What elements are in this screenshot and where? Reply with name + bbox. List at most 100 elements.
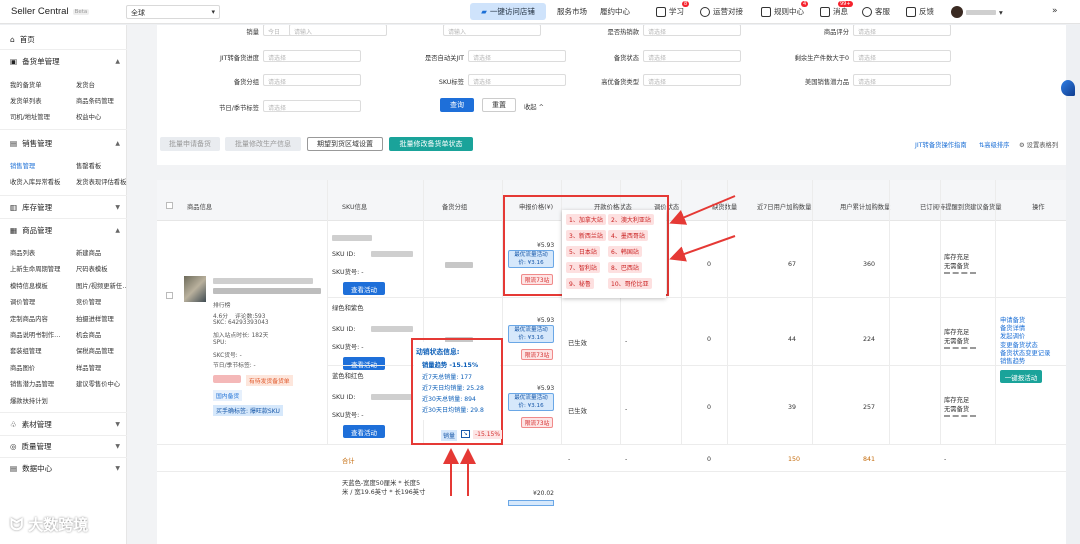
sidebar-item[interactable]: 保税商品管理 [76, 346, 114, 355]
nav-label: 消息 [833, 7, 848, 16]
column-header[interactable]: 已订阅待提醒到货 [920, 202, 970, 211]
user-menu[interactable]: ▾ [951, 6, 1003, 18]
filter-input[interactable]: 请选择 [468, 50, 566, 62]
traffic-limit-badge[interactable]: 限流73站 [521, 417, 553, 428]
filter-input[interactable]: 请选择 [643, 74, 741, 86]
sidebar-item[interactable]: 销售潜力品管理 [10, 379, 54, 388]
batch-stock-status-button[interactable]: 批量修改备货单状态 [389, 137, 473, 151]
select-all-checkbox[interactable] [166, 202, 173, 209]
sidebar-group-data[interactable]: ▤ 数据中心 ▼ [10, 463, 120, 474]
batch-modify-button[interactable]: 批量修改生产信息 [225, 137, 301, 151]
column-header[interactable]: 近7日用户加购数量 [757, 202, 811, 211]
filter-input[interactable]: 请选择 [263, 100, 361, 112]
sidebar-item[interactable]: 发货台 [76, 80, 95, 89]
column-header[interactable]: 用户累计加购数量 [840, 202, 890, 211]
sidebar-item[interactable]: 图片/视频更新任… [76, 281, 129, 290]
expect-ship-button[interactable]: 期望到货区域设置 [307, 137, 383, 151]
pending-ship-tag[interactable]: 有待发货备货单 [246, 375, 293, 386]
sidebar-item[interactable]: 竞价管理 [76, 297, 101, 306]
sidebar-item[interactable]: 新建商品 [76, 248, 101, 257]
sidebar-item[interactable]: 发货表现评估看板 [76, 177, 126, 186]
filter-input[interactable]: 请选择 [853, 50, 951, 62]
filter-input[interactable]: 请选择 [853, 74, 951, 86]
column-header[interactable]: 备货分组 [442, 202, 467, 211]
sidebar-item[interactable]: 上新生命周期管理 [10, 264, 60, 273]
product-thumbnail[interactable] [184, 276, 206, 302]
column-header[interactable]: 操作 [1032, 202, 1045, 211]
one-click-store-button[interactable]: ▰ 一键访问店铺 [470, 3, 546, 20]
sidebar-item[interactable]: 商品列表 [10, 248, 35, 257]
sidebar-item[interactable]: 爆款扶持计划 [10, 396, 48, 405]
sidebar-item[interactable]: 我的备货单 [10, 80, 41, 89]
filter-label: 商品评分 [823, 29, 849, 36]
sidebar-item[interactable]: 机会商品 [76, 330, 101, 339]
sidebar-item[interactable]: 商品说明书制作… [10, 330, 60, 339]
column-settings-link[interactable]: ⚙ 设置表格列 [1019, 140, 1058, 149]
sidebar-item[interactable]: 样品管理 [76, 363, 101, 372]
filter-input[interactable]: 请选择 [853, 25, 951, 36]
nav-ops[interactable]: 运营对接 [700, 6, 743, 17]
op-link[interactable]: 销售趋势 [1000, 356, 1025, 365]
nav-support[interactable]: 客服 [862, 6, 890, 17]
sidebar-item[interactable]: 拍摄进样管理 [76, 314, 114, 323]
advanced-sort-link[interactable]: ⇅高级排序 [979, 140, 1009, 149]
assistant-icon[interactable] [1061, 80, 1075, 96]
sidebar-item-sales-active[interactable]: 销售管理 [10, 161, 35, 170]
column-header[interactable]: 缺货数量 [712, 202, 737, 211]
sidebar-group-stock-orders[interactable]: ▣ 备货单管理 ▲ [10, 56, 120, 67]
sidebar-group-quality[interactable]: ◎ 质量管理 ▼ [10, 441, 120, 452]
row-checkbox[interactable] [166, 292, 173, 299]
sidebar-item[interactable]: 模特信息模板 [10, 281, 48, 290]
batch-apply-button[interactable]: 批量申请备货 [160, 137, 220, 151]
nav-rules[interactable]: 规则中心 4 [761, 1, 809, 17]
sidebar-item[interactable]: 商品图价 [10, 363, 35, 372]
sidebar-group-materials[interactable]: ♧ 素材管理 ▼ [10, 419, 120, 430]
column-header[interactable]: 商品信息 [187, 202, 212, 211]
sidebar-home[interactable]: ⌂ 首页 [10, 34, 120, 45]
sidebar-item[interactable]: 商品条码管理 [76, 96, 114, 105]
sidebar-item[interactable]: 建议零售价中心 [76, 379, 120, 388]
region-select[interactable]: 全球 ▾ [126, 5, 220, 19]
column-header[interactable]: SKU信息 [342, 202, 367, 211]
sidebar-item[interactable]: 定制商品内容 [10, 314, 48, 323]
filter-input[interactable]: 请选择 [643, 25, 741, 36]
view-activity-button[interactable]: 查看活动 [343, 425, 385, 438]
more-icon[interactable]: » [1052, 6, 1058, 16]
traffic-limit-badge[interactable]: 限流73站 [521, 349, 553, 360]
filter-input[interactable]: 请选择 [263, 50, 361, 62]
sidebar-item[interactable]: 售罄看板 [76, 161, 101, 170]
sidebar-item[interactable]: 发货单列表 [10, 96, 41, 105]
jit-guide-link[interactable]: JIT转备货操作指南 [915, 140, 967, 149]
sidebar-group-sales[interactable]: ▤ 销售管理 ▲ [10, 138, 120, 149]
view-activity-button[interactable]: 查看活动 [343, 282, 385, 295]
buyer-tag: 买手确标签: 爆旺款SKU [213, 405, 283, 416]
sidebar-item[interactable]: 收货入库异常看板 [10, 177, 60, 186]
one-click-activity-button[interactable]: 一键报活动 [1000, 370, 1042, 383]
filter-input[interactable]: 请选择 [263, 74, 361, 86]
filter-input[interactable]: 请输入 [443, 25, 541, 36]
sidebar-group-products[interactable]: ▦ 商品管理 ▲ [10, 225, 120, 236]
collapse-link[interactable]: 收起 ^ [524, 102, 544, 111]
nav-messages[interactable]: 消息 99+ [820, 1, 853, 17]
sidebar-item[interactable]: 套装组管理 [10, 346, 41, 355]
sidebar-item[interactable]: 尺码表模板 [76, 264, 107, 273]
sidebar-item[interactable]: 权益中心 [76, 112, 101, 121]
reset-button[interactable]: 重置 [482, 98, 516, 112]
sales-badge[interactable]: 销量 [441, 430, 458, 441]
nav-service-market[interactable]: 服务市场 [557, 6, 587, 17]
sku-color: 蓝色和红色 [332, 373, 364, 380]
sidebar-item[interactable]: 司机/地址管理 [10, 112, 50, 121]
nav-fulfillment[interactable]: 履约中心 [600, 6, 630, 17]
filter-input[interactable]: 请选择 [468, 74, 566, 86]
view-activity-button[interactable]: 查看活动 [343, 357, 385, 370]
nav-learn[interactable]: 学习 8 [656, 1, 690, 17]
column-header[interactable]: 建议备货量 [970, 202, 1001, 211]
sidebar-item[interactable]: 调价管理 [10, 297, 35, 306]
search-button[interactable]: 查询 [440, 98, 474, 112]
nav-feedback[interactable]: 反馈 [906, 6, 934, 17]
sidebar-group-inventory[interactable]: ▥ 库存管理 ▼ [10, 202, 120, 213]
placeholder-dash [944, 272, 976, 274]
filter-input[interactable]: 请选择 [643, 50, 741, 62]
trend-chart-icon[interactable]: ↘ [461, 430, 470, 438]
filter-input[interactable]: 请输入 [289, 25, 387, 36]
